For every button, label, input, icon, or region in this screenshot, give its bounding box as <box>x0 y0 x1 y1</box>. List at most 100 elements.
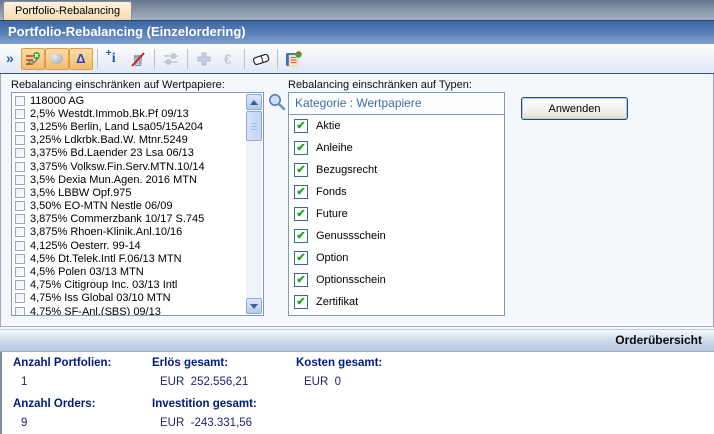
security-list-item[interactable]: 3,25% Ldkrbk.Bad.W. Mtnr.5249 <box>12 134 246 147</box>
delta-view-button[interactable]: Δ <box>69 48 93 70</box>
security-checkbox-unchecked[interactable] <box>15 267 25 277</box>
security-checkbox-unchecked[interactable] <box>15 280 25 290</box>
security-checkbox-unchecked[interactable] <box>15 188 25 198</box>
security-list-item[interactable]: 118000 AG <box>12 94 246 107</box>
security-list-item[interactable]: 3,50% EO-MTN Nestle 06/09 <box>12 200 246 213</box>
type-list-item[interactable]: ✔ Zertifikat <box>289 291 504 313</box>
tab-label: Portfolio-Rebalancing <box>15 5 120 17</box>
security-checkbox-unchecked[interactable] <box>15 162 25 172</box>
add-info-button[interactable]: + i <box>102 48 126 70</box>
portfolio-rebalancing-window: Portfolio-Rebalancing Portfolio-Rebalanc… <box>0 0 714 434</box>
tab-portfolio-rebalancing[interactable]: Portfolio-Rebalancing <box>3 1 132 20</box>
type-label: Future <box>316 208 348 220</box>
security-list-item[interactable]: 4,5% Polen 03/13 MTN <box>12 265 246 278</box>
security-list-item[interactable]: 3,375% Volksw.Fin.Serv.MTN.10/14 <box>12 160 246 173</box>
summary-label: Kosten gesamt: <box>296 357 382 369</box>
security-checkbox-unchecked[interactable] <box>15 135 25 145</box>
security-label: 3,25% Ldkrbk.Bad.W. Mtnr.5249 <box>30 134 188 146</box>
scroll-down-button[interactable] <box>246 298 262 314</box>
security-checkbox-unchecked[interactable] <box>15 307 25 315</box>
security-list-item[interactable]: 2,5% Westdt.Immob.Bk.Pf 09/13 <box>12 107 246 120</box>
summary-value: EUR 252.556,21 <box>152 376 296 388</box>
type-list-item[interactable]: ✔ Anleihe <box>289 137 504 159</box>
security-label: 3,875% Commerzbank 10/17 S.745 <box>30 213 204 225</box>
delta-icon: Δ <box>76 52 85 65</box>
type-list-item[interactable]: ✔ Future <box>289 203 504 225</box>
type-checkbox-checked[interactable]: ✔ <box>294 251 308 265</box>
security-list-item[interactable]: 3,875% Rhoen-Klinik.Anl.10/16 <box>12 226 246 239</box>
eraser-button[interactable] <box>249 48 273 70</box>
security-checkbox-unchecked[interactable] <box>15 241 25 251</box>
summary-field: Investition gesamt: EUR -243.331,56 <box>152 398 296 429</box>
type-checkbox-checked[interactable]: ✔ <box>294 229 308 243</box>
security-checkbox-unchecked[interactable] <box>15 96 25 106</box>
security-checkbox-unchecked[interactable] <box>15 227 25 237</box>
security-label: 118000 AG <box>30 95 84 107</box>
scrollbar-thumb[interactable] <box>246 111 262 141</box>
type-checkbox-checked[interactable]: ✔ <box>294 119 308 133</box>
order-overview-summary: Anzahl Portfolien: 1 Erlös gesamt: EUR 2… <box>0 352 714 434</box>
type-list-item[interactable]: ✔ Aktie <box>289 115 504 137</box>
types-listbox[interactable]: Kategorie : Wertpapiere ✔ Aktie ✔ Anleih… <box>288 92 505 316</box>
type-checkbox-checked[interactable]: ✔ <box>294 185 308 199</box>
type-list-item[interactable]: ✔ Optionsschein <box>289 269 504 291</box>
security-list-item[interactable]: 3,875% Commerzbank 10/17 S.745 <box>12 213 246 226</box>
type-label: Aktie <box>316 120 340 132</box>
type-list-item[interactable]: ✔ Genussschein <box>289 225 504 247</box>
delete-order-button[interactable] <box>126 48 150 70</box>
type-checkbox-checked[interactable]: ✔ <box>294 207 308 221</box>
report-button[interactable] <box>282 48 306 70</box>
securities-scrollbar[interactable] <box>246 94 262 314</box>
security-label: 3,125% Berlin, Land Lsa05/15A204 <box>30 121 203 133</box>
apply-button[interactable]: Anwenden <box>521 97 628 120</box>
sphere-view-button[interactable] <box>45 48 69 70</box>
summary-label: Anzahl Orders: <box>13 398 152 410</box>
security-checkbox-unchecked[interactable] <box>15 109 25 119</box>
security-list-item[interactable]: 3,5% LBBW Opf.975 <box>12 186 246 199</box>
security-checkbox-unchecked[interactable] <box>15 175 25 185</box>
eraser-icon <box>251 51 271 67</box>
toolbar-overflow-chevron-icon[interactable]: » <box>6 50 14 66</box>
summary-label: Anzahl Portfolien: <box>13 357 152 369</box>
plus-icon <box>197 52 211 66</box>
summary-value: 1 <box>13 376 152 388</box>
security-list-item[interactable]: 4,75% Iss Global 03/10 MTN <box>12 292 246 305</box>
scroll-up-button[interactable] <box>246 94 262 110</box>
type-list-item[interactable]: ✔ Fonds <box>289 181 504 203</box>
type-list-item[interactable]: ✔ Option <box>289 247 504 269</box>
type-label: Genussschein <box>316 230 386 242</box>
security-list-item[interactable]: 4,75% SF-Anl.(SBS) 09/13 <box>12 305 246 315</box>
security-label: 3,5% Dexia Mun.Agen. 2016 MTN <box>30 174 197 186</box>
type-list-item[interactable]: ✔ Bezugsrecht <box>289 159 504 181</box>
summary-row: Anzahl Portfolien: 1 Erlös gesamt: EUR 2… <box>13 352 714 388</box>
security-checkbox-unchecked[interactable] <box>15 293 25 303</box>
security-checkbox-unchecked[interactable] <box>15 148 25 158</box>
security-checkbox-unchecked[interactable] <box>15 122 25 132</box>
security-list-item[interactable]: 3,125% Berlin, Land Lsa05/15A204 <box>12 120 246 133</box>
type-checkbox-checked[interactable]: ✔ <box>294 295 308 309</box>
security-checkbox-unchecked[interactable] <box>15 214 25 224</box>
security-list-item[interactable]: 4,5% Dt.Telek.Intl F.06/13 MTN <box>12 252 246 265</box>
toolbar-separator <box>187 49 188 69</box>
filter-sliders-button <box>159 48 183 70</box>
type-checkbox-checked[interactable]: ✔ <box>294 163 308 177</box>
security-label: 4,125% Oesterr. 99-14 <box>30 240 141 252</box>
security-label: 4,75% SF-Anl.(SBS) 09/13 <box>30 306 161 315</box>
type-label: Zertifikat <box>316 296 358 308</box>
security-list-item[interactable]: 4,125% Oesterr. 99-14 <box>12 239 246 252</box>
security-checkbox-unchecked[interactable] <box>15 254 25 264</box>
security-checkbox-unchecked[interactable] <box>15 201 25 211</box>
security-list-item[interactable]: 3,375% Bd.Laender 23 Lsa 06/13 <box>12 147 246 160</box>
toolbar-separator <box>97 49 98 69</box>
security-list-item[interactable]: 4,75% Citigroup Inc. 03/13 Intl <box>12 279 246 292</box>
security-list-item[interactable]: 3,5% Dexia Mun.Agen. 2016 MTN <box>12 173 246 186</box>
rebalance-chart-button[interactable] <box>21 48 45 70</box>
type-checkbox-checked[interactable]: ✔ <box>294 141 308 155</box>
type-label: Fonds <box>316 186 347 198</box>
search-icon[interactable] <box>267 93 287 113</box>
title-bar: Portfolio-Rebalancing (Einzelordering) <box>0 20 714 44</box>
type-checkbox-checked[interactable]: ✔ <box>294 273 308 287</box>
securities-listbox[interactable]: 118000 AG 2,5% Westdt.Immob.Bk.Pf 09/13 … <box>11 92 264 316</box>
add-info-icon: + i <box>107 51 121 67</box>
type-label: Anleihe <box>316 142 353 154</box>
